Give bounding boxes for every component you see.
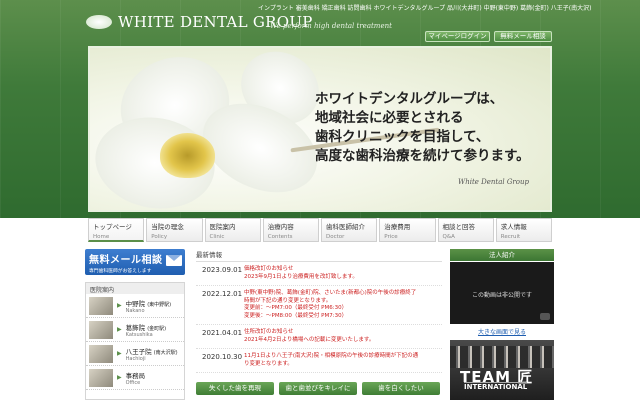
nav-label: 求人情報 xyxy=(500,223,527,231)
nav-label: 治療内容 xyxy=(267,223,294,231)
news-item[interactable]: 2020.10.30 11月1日より八王子(南大沢)院・相模原院の午後の診療時間… xyxy=(196,349,442,373)
logo-subtitle: We perform high dental treatment xyxy=(270,22,392,30)
news-heading: 最新情報 xyxy=(196,249,442,262)
nav-sublabel: Policy xyxy=(151,234,168,240)
site-header: インプラント 審美歯科 矯正歯科 訪問歯科 ホワイトデンタルグループ 品川(大井… xyxy=(0,0,640,218)
clinic-photo xyxy=(89,296,113,315)
hero-banner: ホワイトデンタルグループは、 地域社会に必要とされる 歯科クリニックを目指して、… xyxy=(88,46,552,212)
orchid-lip xyxy=(160,133,215,178)
nav-label: 歯科医師紹介 xyxy=(326,223,365,231)
youtube-icon[interactable] xyxy=(540,313,550,320)
hero-line: 歯科クリニックを目指して、 xyxy=(315,129,490,145)
news-date: 2020.10.30 xyxy=(202,353,243,361)
clinic-link-nakano[interactable]: ▶ 中野院 (東中野駅) Nakano xyxy=(86,294,184,318)
nav-label: 治療費用 xyxy=(384,223,411,231)
nav-contents[interactable]: 治療内容 Contents xyxy=(262,218,319,242)
clinic-link-hachioji[interactable]: ▶ 八王子院 (南大沢駅) Hachioji xyxy=(86,342,184,366)
news-text: 中野(東中野)院、葛飾(金町)院、さいたま(新都心)院の午後の診療終了 時間が下… xyxy=(244,290,417,319)
arrow-right-icon: ▶ xyxy=(117,374,122,381)
nav-label: トップページ xyxy=(93,223,132,231)
video-player[interactable]: この動画は非公開です xyxy=(450,262,554,324)
news-date: 2022.12.01 xyxy=(202,290,243,298)
nav-doctor[interactable]: 歯科医師紹介 Doctor xyxy=(321,218,378,242)
nav-sublabel: Doctor xyxy=(326,234,345,240)
mail-banner-subtitle: 専門歯科医師がお答えします xyxy=(89,269,152,274)
video-private-message: この動画は非公開です xyxy=(471,292,532,299)
hero-line: 地域社会に必要とされる xyxy=(315,110,464,126)
nav-label: 相談と回答 xyxy=(442,223,476,231)
clinic-name: 八王子院 (南大沢駅) Hachioji xyxy=(125,347,178,362)
team-photo xyxy=(450,346,554,368)
envelope-icon xyxy=(166,255,182,266)
clinic-photo xyxy=(89,368,113,387)
header-tagline: インプラント 審美歯科 矯正歯科 訪問歯科 ホワイトデンタルグループ 品川(大井… xyxy=(258,5,592,12)
clinic-name: 事務局 Office xyxy=(125,371,146,386)
free-mail-banner[interactable]: 無料メール相談 専門歯科医師がお答えします xyxy=(85,249,185,275)
clinic-photo xyxy=(89,344,113,363)
clinic-guide-title: 医院案内 xyxy=(86,283,184,294)
lost-tooth-button[interactable]: 失くした歯を再現 xyxy=(196,382,274,395)
large-screen-link[interactable]: 大きな画面で見る xyxy=(450,327,554,336)
clinic-link-katsushika[interactable]: ▶ 葛飾院 (金町駅) Katsushika xyxy=(86,318,184,342)
nav-sublabel: Contents xyxy=(267,234,293,240)
nav-label: 医院案内 xyxy=(209,223,236,231)
news-date: 2021.04.01 xyxy=(202,329,243,337)
news-section: 最新情報 2023.09.01 価格改訂のお知らせ 2023年9月1日より治療費… xyxy=(196,249,442,377)
mypage-login-button[interactable]: マイページログイン xyxy=(425,31,490,42)
arrow-right-icon: ▶ xyxy=(117,326,122,333)
whitening-button[interactable]: 歯を白くしたい xyxy=(362,382,440,395)
news-date: 2023.09.01 xyxy=(202,266,243,274)
hero-signature: White Dental Group xyxy=(458,178,529,186)
news-item[interactable]: 2021.04.01 住所改訂のお知らせ 2021年4月2日より橋場への記載に変… xyxy=(196,325,442,349)
news-item[interactable]: 2022.12.01 中野(東中野)院、葛飾(金町)院、さいたま(新都心)院の午… xyxy=(196,286,442,325)
corporate-intro-title: 法人紹介 xyxy=(450,249,554,261)
logo-badge-icon xyxy=(86,15,112,29)
nav-qa[interactable]: 相談と回答 Q&A xyxy=(437,218,494,242)
clinic-name: 葛飾院 (金町駅) Katsushika xyxy=(125,323,167,338)
clinic-photo xyxy=(89,320,113,339)
clinic-name: 中野院 (東中野駅) Nakano xyxy=(125,299,172,314)
hero-copy: ホワイトデンタルグループは、 地域社会に必要とされる 歯科クリニックを目指して、… xyxy=(315,90,530,166)
news-text: 住所改訂のお知らせ 2021年4月2日より橋場への記載に変更いたします。 xyxy=(244,329,375,343)
arrow-right-icon: ▶ xyxy=(117,350,122,357)
nav-label: 当院の理念 xyxy=(151,223,184,231)
free-mail-consult-button[interactable]: 無料メール相談 xyxy=(494,31,552,42)
hero-line: ホワイトデンタルグループは、 xyxy=(315,91,504,107)
global-nav: トップページ Home 当院の理念 Policy 医院案内 Clinic 治療内… xyxy=(88,218,552,242)
nav-recruit[interactable]: 求人情報 Recruit xyxy=(495,218,552,242)
news-item[interactable]: 2023.09.01 価格改訂のお知らせ 2023年9月1日より治療費用を改訂致… xyxy=(196,262,442,286)
team-subtitle: INTERNATIONAL xyxy=(464,382,528,391)
nav-sublabel: Recruit xyxy=(500,234,521,240)
clinic-link-office[interactable]: ▶ 事務局 Office xyxy=(86,366,184,390)
news-text: 11月1日より八王子(南大沢)院・相模原院の午後の診療時間が下記の通 り変更とな… xyxy=(244,353,419,367)
nav-clinic[interactable]: 医院案内 Clinic xyxy=(204,218,261,242)
nav-home[interactable]: トップページ Home xyxy=(88,218,145,242)
nav-policy[interactable]: 当院の理念 Policy xyxy=(146,218,203,242)
nav-sublabel: Q&A xyxy=(442,234,455,240)
nav-sublabel: Home xyxy=(93,234,110,240)
nav-sublabel: Clinic xyxy=(209,234,225,240)
news-text: 価格改訂のお知らせ 2023年9月1日より治療費用を改訂致します。 xyxy=(244,266,358,280)
arrow-right-icon: ▶ xyxy=(117,302,122,309)
clinic-guide: 医院案内 ▶ 中野院 (東中野駅) Nakano ▶ 葛飾院 (金町駅) Katsu… xyxy=(85,282,185,400)
team-banner[interactable]: TEAM 匠 INTERNATIONAL xyxy=(450,340,554,400)
nav-price[interactable]: 治療費用 Price xyxy=(379,218,436,242)
nav-sublabel: Price xyxy=(384,234,398,240)
hero-line: 高度な歯科治療を続けて参ります。 xyxy=(315,148,530,164)
alignment-button[interactable]: 歯と歯並びをキレイに xyxy=(279,382,357,395)
